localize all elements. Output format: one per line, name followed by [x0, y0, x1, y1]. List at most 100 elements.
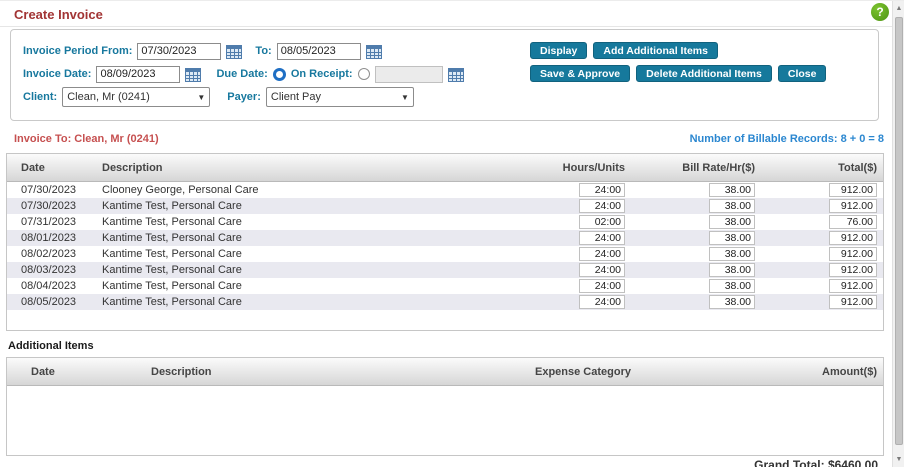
total-input[interactable] [829, 295, 877, 309]
rate-input[interactable] [709, 247, 755, 261]
hours-input[interactable] [579, 231, 625, 245]
period-row: Invoice Period From: To: [23, 42, 382, 60]
client-select-value: Clean, Mr (0241) [67, 91, 150, 103]
row-date: 07/31/2023 [7, 216, 102, 228]
header-description: Description [102, 162, 475, 174]
row-date: 08/03/2023 [7, 264, 102, 276]
hours-input[interactable] [579, 247, 625, 261]
vertical-scrollbar[interactable]: ▲ ▼ [892, 1, 904, 467]
due-date-input[interactable] [375, 66, 443, 83]
row-description: Kantime Test, Personal Care [102, 248, 475, 260]
invoice-form-panel: Invoice Period From: To: Invoice Date: D… [10, 29, 879, 121]
scrollbar-thumb[interactable] [895, 17, 903, 445]
payer-select-value: Client Pay [271, 91, 321, 103]
payer-label: Payer: [227, 91, 261, 103]
create-invoice-page: { "header": { "title": "Create Invoice" … [0, 0, 904, 467]
header-description: Description [127, 366, 511, 378]
period-from-input[interactable] [137, 43, 221, 60]
row-date: 07/30/2023 [7, 184, 102, 196]
header-hours-units: Hours/Units [475, 162, 625, 174]
additional-items-header: Date Description Expense Category Amount… [7, 358, 883, 386]
hours-input[interactable] [579, 279, 625, 293]
row-description: Kantime Test, Personal Care [102, 264, 475, 276]
hours-input[interactable] [579, 199, 625, 213]
due-date-label: Due Date: [216, 68, 267, 80]
invoice-date-label: Invoice Date: [23, 68, 91, 80]
add-additional-items-button[interactable]: Add Additional Items [593, 42, 718, 59]
rate-input[interactable] [709, 199, 755, 213]
header-amount: Amount($) [733, 366, 883, 378]
invoice-table-body: 07/30/2023 Clooney George, Personal Care… [7, 182, 883, 310]
help-icon[interactable]: ? [871, 3, 889, 21]
header-date: Date [7, 162, 102, 174]
header-expense-category: Expense Category [511, 366, 733, 378]
table-row: 08/05/2023 Kantime Test, Personal Care [7, 294, 883, 310]
row-description: Kantime Test, Personal Care [102, 296, 475, 308]
calendar-icon[interactable] [448, 67, 464, 82]
chevron-down-icon: ▼ [197, 93, 205, 102]
row-description: Kantime Test, Personal Care [102, 200, 475, 212]
on-receipt-radio[interactable] [273, 68, 286, 81]
on-receipt-label: On Receipt: [291, 68, 353, 80]
date-row: Invoice Date: Due Date: On Receipt: [23, 65, 464, 83]
rate-input[interactable] [709, 183, 755, 197]
period-from-label: Invoice Period From: [23, 45, 132, 57]
total-input[interactable] [829, 215, 877, 229]
table-row: 08/02/2023 Kantime Test, Personal Care [7, 246, 883, 262]
button-row-2: Save & Approve Delete Additional Items C… [530, 65, 826, 82]
row-date: 08/04/2023 [7, 280, 102, 292]
table-row: 07/30/2023 Kantime Test, Personal Care [7, 198, 883, 214]
calendar-icon[interactable] [366, 44, 382, 59]
total-input[interactable] [829, 183, 877, 197]
calendar-icon[interactable] [185, 67, 201, 82]
calendar-icon[interactable] [226, 44, 242, 59]
row-description: Kantime Test, Personal Care [102, 216, 475, 228]
total-input[interactable] [829, 247, 877, 261]
total-input[interactable] [829, 199, 877, 213]
scroll-down-icon[interactable]: ▼ [893, 454, 904, 466]
to-label: To: [255, 45, 271, 57]
header-date: Date [7, 366, 127, 378]
payer-select[interactable]: Client Pay ▼ [266, 87, 414, 107]
table-row: 08/03/2023 Kantime Test, Personal Care [7, 262, 883, 278]
total-input[interactable] [829, 279, 877, 293]
invoice-table-header: Date Description Hours/Units Bill Rate/H… [7, 154, 883, 182]
hours-input[interactable] [579, 215, 625, 229]
header-total: Total($) [755, 162, 883, 174]
row-date: 08/05/2023 [7, 296, 102, 308]
rate-input[interactable] [709, 263, 755, 277]
due-date-radio[interactable] [358, 68, 370, 80]
client-label: Client: [23, 91, 57, 103]
close-button[interactable]: Close [778, 65, 827, 82]
hours-input[interactable] [579, 263, 625, 277]
table-row: 07/30/2023 Clooney George, Personal Care [7, 182, 883, 198]
row-description: Clooney George, Personal Care [102, 184, 475, 196]
scroll-up-icon[interactable]: ▲ [893, 3, 904, 15]
rate-input[interactable] [709, 215, 755, 229]
table-row: 08/04/2023 Kantime Test, Personal Care [7, 278, 883, 294]
additional-items-title: Additional Items [8, 340, 94, 352]
chevron-down-icon: ▼ [401, 93, 409, 102]
row-description: Kantime Test, Personal Care [102, 280, 475, 292]
row-date: 08/02/2023 [7, 248, 102, 260]
rate-input[interactable] [709, 279, 755, 293]
hours-input[interactable] [579, 295, 625, 309]
total-input[interactable] [829, 231, 877, 245]
client-select[interactable]: Clean, Mr (0241) ▼ [62, 87, 210, 107]
grand-total-text: Grand Total: $6460.00 [754, 458, 878, 467]
display-button[interactable]: Display [530, 42, 587, 59]
hours-input[interactable] [579, 183, 625, 197]
invoice-table: Date Description Hours/Units Bill Rate/H… [6, 153, 884, 331]
page-header: Create Invoice [0, 1, 892, 27]
period-to-input[interactable] [277, 43, 361, 60]
rate-input[interactable] [709, 295, 755, 309]
rate-input[interactable] [709, 231, 755, 245]
invoice-date-input[interactable] [96, 66, 180, 83]
button-row-1: Display Add Additional Items [530, 42, 718, 59]
save-and-approve-button[interactable]: Save & Approve [530, 65, 630, 82]
row-date: 07/30/2023 [7, 200, 102, 212]
billable-records-text: Number of Billable Records: 8 + 0 = 8 [690, 133, 884, 145]
total-input[interactable] [829, 263, 877, 277]
table-row: 07/31/2023 Kantime Test, Personal Care [7, 214, 883, 230]
delete-additional-items-button[interactable]: Delete Additional Items [636, 65, 772, 82]
